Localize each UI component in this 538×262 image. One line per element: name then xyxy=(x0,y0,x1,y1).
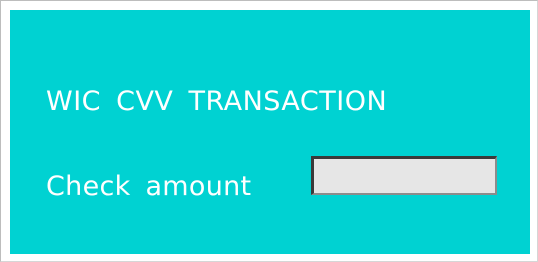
check-amount-input[interactable] xyxy=(311,156,497,195)
transaction-title: WIC CVV TRANSACTION xyxy=(46,86,388,117)
transaction-panel: WIC CVV TRANSACTION Check amount xyxy=(10,10,530,254)
window-frame: WIC CVV TRANSACTION Check amount xyxy=(0,0,538,262)
check-amount-label: Check amount xyxy=(46,171,252,202)
